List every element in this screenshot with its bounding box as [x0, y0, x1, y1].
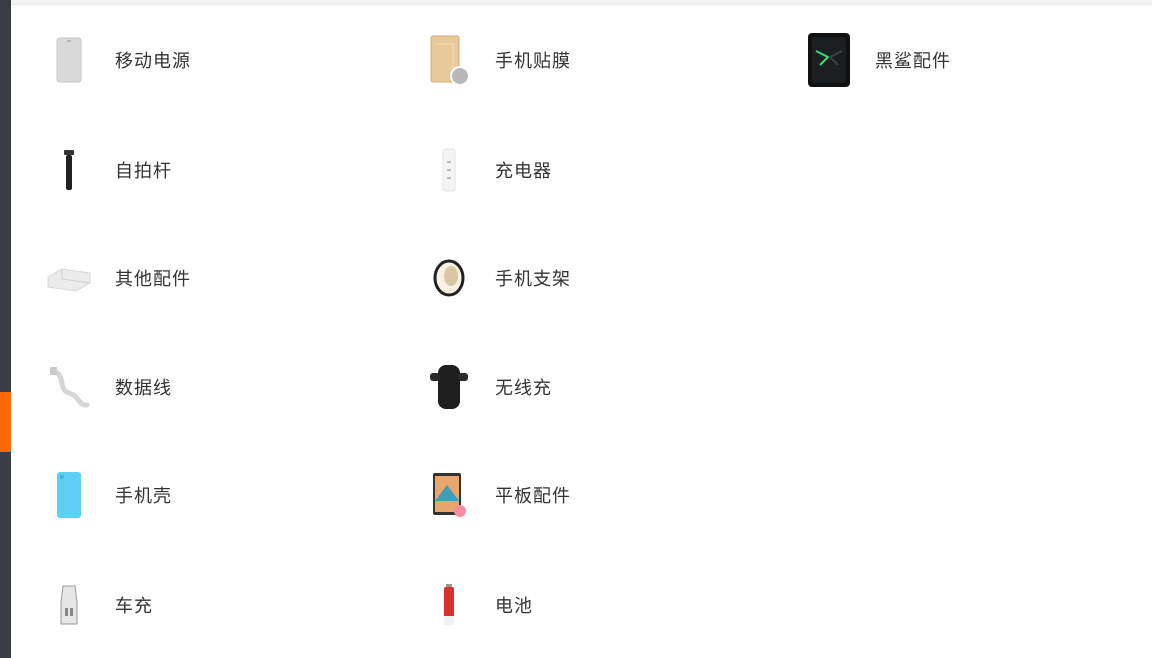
- category-label: 充电器: [495, 161, 552, 182]
- category-label: 手机贴膜: [495, 51, 571, 72]
- category-label: 手机壳: [115, 486, 172, 507]
- category-label: 数据线: [115, 378, 172, 399]
- category-item-other-accessories[interactable]: 其他配件: [11, 248, 311, 308]
- category-item-car-charger[interactable]: 车充: [11, 575, 311, 635]
- category-item-phone-holder[interactable]: 手机支架: [391, 248, 691, 308]
- category-item-battery[interactable]: 电池: [391, 575, 691, 635]
- black-shark-phone-icon: [805, 32, 853, 88]
- sidebar-edge: [0, 0, 11, 658]
- category-submenu-panel: 移动电源 自拍杆 其他配件 数据线 手机壳 车充 手机贴膜 充电器 手机支架 无…: [11, 5, 1152, 658]
- category-label: 无线充: [495, 378, 552, 399]
- power-bank-icon: [45, 32, 93, 88]
- wireless-charger-icon: [425, 359, 473, 415]
- category-label: 车充: [115, 596, 153, 617]
- category-label: 电池: [495, 596, 533, 617]
- phone-holder-ring-icon: [425, 250, 473, 306]
- category-label: 黑鲨配件: [875, 51, 951, 72]
- category-item-tablet-accessories[interactable]: 平板配件: [391, 465, 691, 525]
- screen-protector-icon: [425, 32, 473, 88]
- category-label: 其他配件: [115, 269, 191, 290]
- category-item-selfie-stick[interactable]: 自拍杆: [11, 140, 311, 200]
- charger-icon: [425, 142, 473, 198]
- category-item-wireless-charger[interactable]: 无线充: [391, 357, 691, 417]
- category-label: 手机支架: [495, 269, 571, 290]
- category-label: 平板配件: [495, 486, 571, 507]
- category-item-power-bank[interactable]: 移动电源: [11, 30, 311, 90]
- category-label: 移动电源: [115, 51, 191, 72]
- battery-icon: [425, 577, 473, 633]
- category-item-phone-case[interactable]: 手机壳: [11, 465, 311, 525]
- active-category-indicator: [0, 392, 11, 452]
- data-cable-icon: [45, 359, 93, 415]
- accessories-icon: [45, 250, 93, 306]
- car-charger-icon: [45, 577, 93, 633]
- category-item-data-cable[interactable]: 数据线: [11, 357, 311, 417]
- phone-case-icon: [45, 467, 93, 523]
- category-item-black-shark[interactable]: 黑鲨配件: [771, 30, 1071, 90]
- category-item-charger[interactable]: 充电器: [391, 140, 691, 200]
- tablet-accessory-icon: [425, 467, 473, 523]
- selfie-stick-icon: [45, 142, 93, 198]
- category-item-screen-protector[interactable]: 手机贴膜: [391, 30, 691, 90]
- category-label: 自拍杆: [115, 161, 172, 182]
